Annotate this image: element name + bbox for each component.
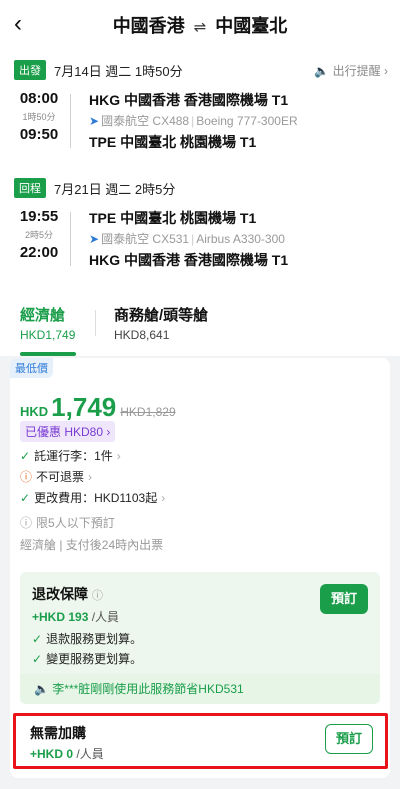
baggage-rule[interactable]: ✓ 託運行李：1件 › (20, 447, 121, 464)
check-icon: ✓ (32, 632, 43, 646)
book-no-addon-button[interactable]: 預訂 (325, 724, 373, 754)
route-from: 中國香港 (112, 16, 185, 36)
price-currency: HKD (20, 404, 49, 419)
outbound-date: 7月14日 週二 1時50分 (54, 63, 183, 79)
outbound-dep-airport: HKG 中國香港 香港國際機場 T1 (89, 92, 289, 108)
speaker-icon: 🔈 (34, 682, 49, 696)
swap-icon[interactable]: ⇌ (190, 19, 211, 36)
tab-business-price: HKD8,641 (114, 328, 170, 342)
fare-price: HKD 1,749 HKD1,829 (20, 392, 176, 423)
outbound-arr-time: 09:50 (19, 126, 59, 143)
outbound-dep-time: 08:00 (19, 90, 59, 107)
insurance-price: +HKD 193 /人員 (32, 610, 120, 624)
fare-card: 最低價 HKD 1,749 HKD1,829 已優惠 HKD80 › ✓ 託運行李… (10, 358, 390, 778)
tab-business-first[interactable]: 商務艙/頭等艙 HKD8,641 (114, 304, 208, 342)
airline-logo-icon: ➤ (89, 232, 100, 246)
chevron-right-icon: › (161, 491, 166, 505)
insurance-benefit: ✓ 退款服務更划算。 (32, 632, 143, 646)
return-badge: 回程 (14, 178, 46, 198)
check-icon: ✓ (32, 652, 43, 666)
booking-limit: ⓘ 限5人以下預訂 (20, 516, 115, 530)
no-addon-title: 無需加購 (30, 725, 86, 741)
no-addon-price: +HKD 0 /人員 (30, 747, 104, 761)
original-price: HKD1,829 (120, 405, 176, 419)
tab-economy[interactable]: 經濟艙 HKD1,749 (20, 304, 76, 356)
timeline-divider (70, 94, 71, 148)
cabin-tabs: 經濟艙 HKD1,749 商務艙/頭等艙 HKD8,641 (0, 292, 400, 356)
book-insurance-button[interactable]: 預訂 (320, 584, 368, 614)
active-tab-indicator (20, 352, 76, 356)
travel-reminder-label: 出行提醒 (332, 64, 381, 78)
no-addon-option: 無需加購 +HKD 0 /人員 預訂 (13, 713, 388, 769)
top-bar: ‹ 中國香港 ⇌ 中國臺北 (0, 0, 400, 50)
return-dep-airport: TPE 中國臺北 桃園機場 T1 (89, 210, 257, 226)
chevron-right-icon: › (116, 449, 121, 463)
check-icon: ✓ (20, 491, 31, 505)
warning-icon: ⓘ (20, 470, 33, 484)
return-arr-airport: HKG 中國香港 香港國際機場 T1 (89, 252, 289, 268)
outbound-airline: ➤ 國泰航空 CX488 | Boeing 777-300ER (89, 114, 298, 128)
route-title: 中國香港 ⇌ 中國臺北 (0, 12, 400, 38)
route-to: 中國臺北 (215, 16, 288, 36)
return-dep-time: 19:55 (19, 208, 59, 225)
return-date: 7月21日 週二 2時5分 (54, 181, 176, 197)
chevron-right-icon: › (384, 64, 388, 78)
check-icon: ✓ (20, 449, 31, 463)
travel-reminder[interactable]: 🔈 出行提醒 › (314, 62, 388, 79)
tab-business-label: 商務艙/頭等艙 (114, 307, 209, 324)
lowest-price-badge: 最低價 (10, 358, 53, 378)
insurance-benefit: ✓ 變更服務更划算。 (32, 652, 143, 666)
tab-economy-price: HKD1,749 (20, 328, 76, 342)
info-icon[interactable]: ⓘ (92, 590, 103, 602)
tab-divider (95, 310, 96, 336)
return-duration: 2時5分 (24, 230, 53, 240)
cabin-note: 經濟艙 | 支付後24時內出票 (20, 538, 164, 552)
tab-economy-label: 經濟艙 (20, 307, 66, 324)
discount-badge[interactable]: 已優惠 HKD80 › (20, 421, 116, 442)
speaker-icon: 🔈 (314, 64, 330, 78)
info-icon: ⓘ (20, 516, 33, 530)
timeline-divider (70, 212, 71, 266)
return-airline: ➤ 國泰航空 CX531 | Airbus A330-300 (89, 232, 285, 246)
price-amount: 1,749 (51, 392, 117, 422)
insurance-title: 退改保障 ⓘ (32, 586, 103, 602)
change-rule[interactable]: ✓ 更改費用：HKD1103起 › (20, 489, 165, 506)
airline-logo-icon: ➤ (89, 114, 100, 128)
refund-rule[interactable]: ⓘ 不可退票 › (20, 468, 92, 485)
outbound-duration: 1時50分 (22, 112, 56, 122)
outbound-arr-airport: TPE 中國臺北 桃園機場 T1 (89, 134, 257, 150)
outbound-badge: 出發 (14, 60, 46, 80)
flight-details: 出發 7月14日 週二 1時50分 🔈 出行提醒 › 08:00 1時50分 0… (0, 50, 400, 312)
savings-notice: 🔈 李***脏剛剛使用此服務節省HKD531 (20, 674, 380, 704)
chevron-right-icon: › (88, 470, 93, 484)
return-arr-time: 22:00 (19, 244, 59, 261)
